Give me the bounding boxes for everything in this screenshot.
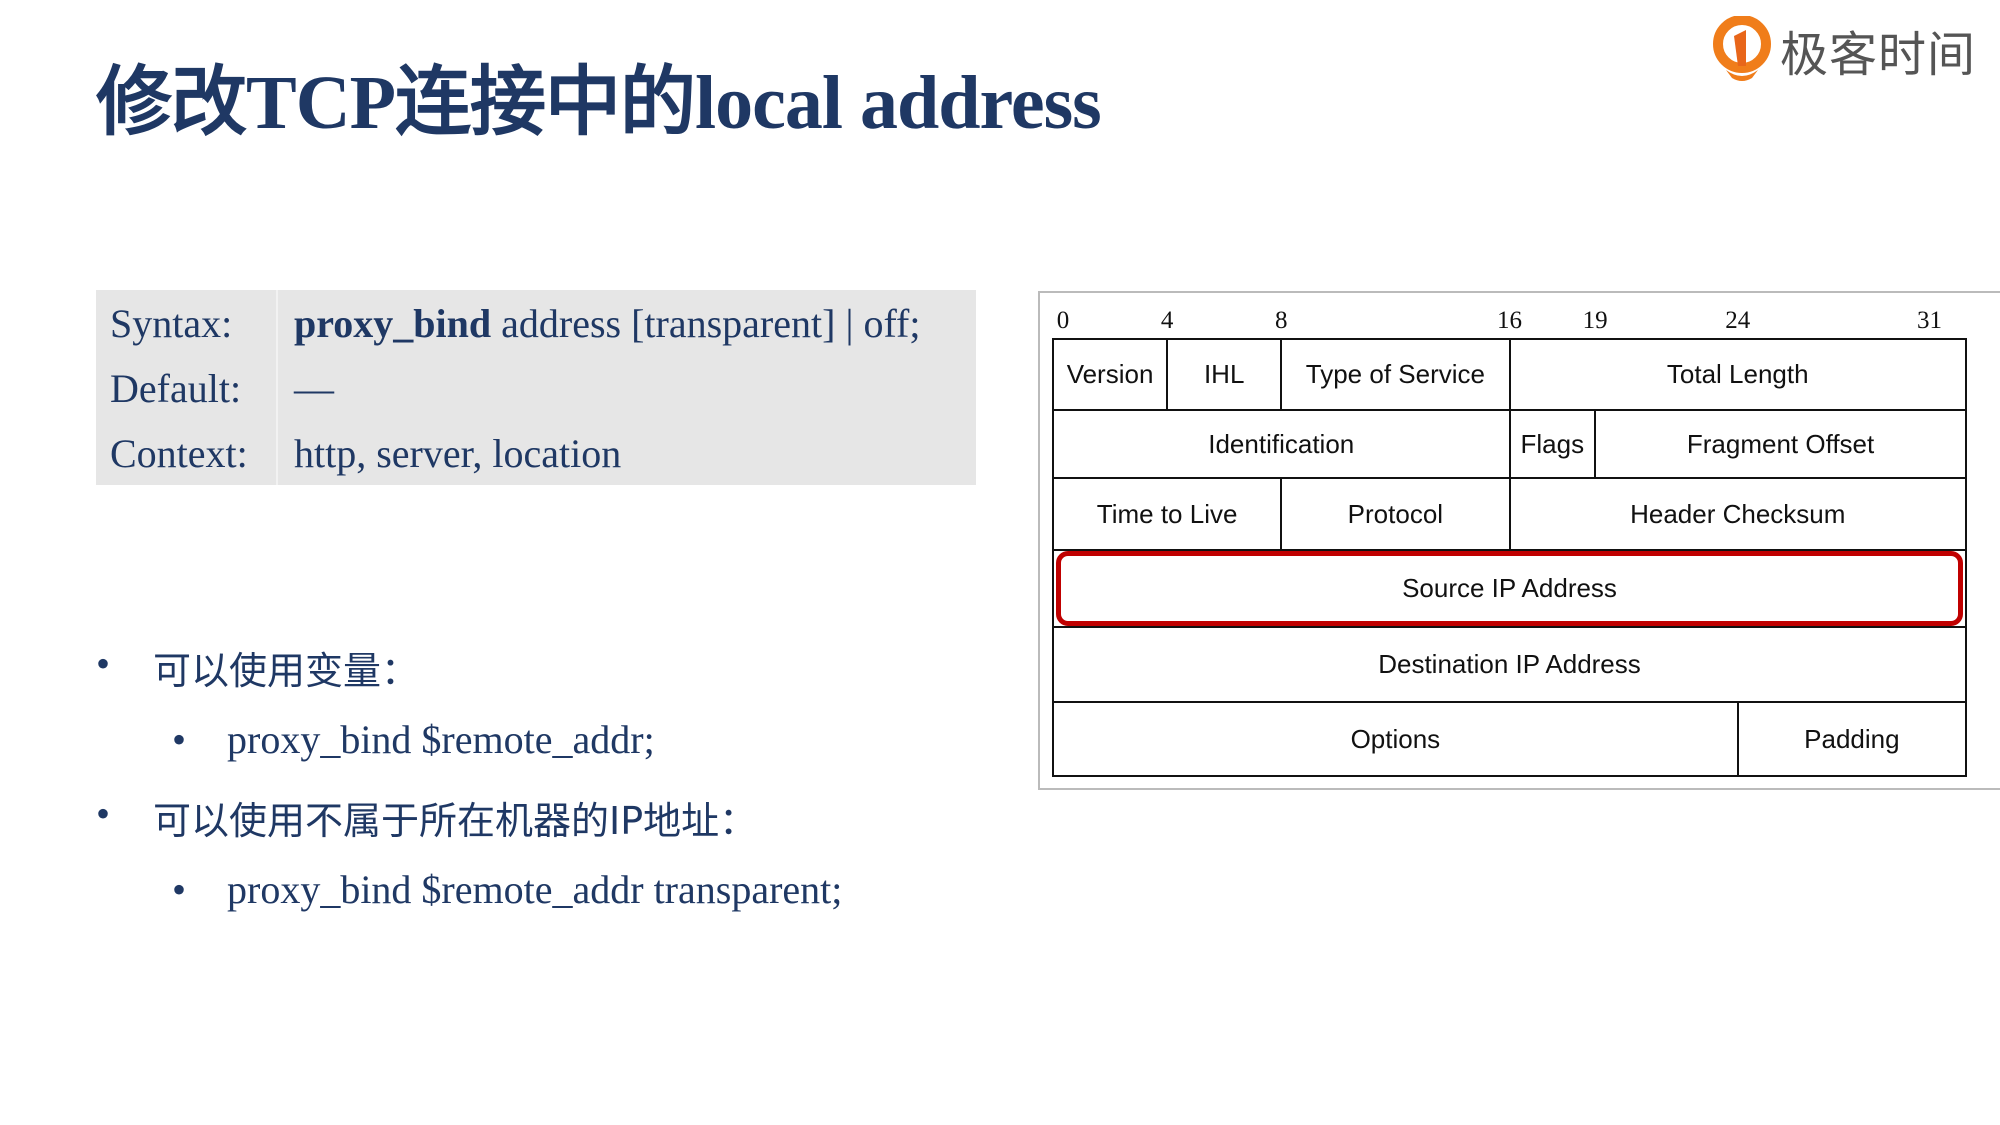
bullet-text: 可以使用变量： [153,649,420,693]
field-label: IHL [1203,359,1245,389]
context-row: Context: http, server, location [96,422,976,484]
ip-header-diagram: 0 4 8 16 19 24 31 Version IHL Type of Service Tota… [1038,291,2000,790]
field-label: Identification [1208,428,1355,459]
bullet-dot: • [172,717,187,762]
field-fragment-offset: Fragment Offset [1594,409,1967,479]
logo-icon [1713,16,1771,81]
bullet-item: • 可以使用变量： [96,640,419,693]
bullet-text: 可以使用不属于所在机器的IP地址： [153,799,758,843]
field-ihl: IHL [1166,338,1283,411]
logo: 极客时间 [1712,14,1976,86]
field-label: Destination IP Address [1378,649,1641,679]
bullet-text: proxy_bind $remote_addr; [227,717,655,762]
row-value: — [294,365,334,411]
logo-text: 极客时间 [1780,27,1977,83]
default-row: Default: — [96,357,976,419]
field-header-checksum: Header Checksum [1508,477,1967,551]
field-label: Fragment Offset [1686,428,1875,459]
syntax-box: Syntax: proxy_bind address [transparent]… [96,290,976,485]
sub-bullet-item: • proxy_bind $remote_addr; [172,716,655,763]
syntax-row: Syntax: proxy_bind address [transparent]… [96,292,976,354]
bullet-dot: • [96,641,111,686]
field-destination-ip-address: Destination IP Address [1052,626,1967,703]
field-type-of-service: Type of Service [1280,338,1511,411]
bit-label: 16 [1497,307,1522,334]
field-label: Type of Service [1305,359,1485,389]
row-label: Syntax: [110,300,233,346]
field-total-length: Total Length [1508,338,1967,411]
field-label: Protocol [1347,498,1444,529]
row-label: Context: [110,430,248,476]
sub-bullet-item: • proxy_bind $remote_addr transparent; [172,866,842,913]
bit-label: 31 [1916,307,1942,334]
directive-keyword: proxy_bind [294,300,492,346]
field-label: Flags [1520,428,1585,459]
bit-label: 19 [1582,307,1608,334]
bullet-item: • 可以使用不属于所在机器的IP地址： [96,790,757,843]
field-time-to-live: Time to Live [1052,477,1283,551]
field-label: Time to Live [1096,498,1238,529]
row-value: proxy_bind address [transparent] | off; [294,300,920,347]
bit-label: 0 [1056,307,1070,334]
field-identification: Identification [1052,409,1511,479]
bit-label: 24 [1725,307,1751,334]
highlight-box [1056,551,1963,626]
field-label: Header Checksum [1630,498,1846,529]
bit-label: 4 [1160,307,1174,334]
field-protocol: Protocol [1280,477,1511,551]
field-options: Options [1052,701,1739,777]
page-title: 修改TCP连接中的local address [96,61,1102,145]
row-value: http, server, location [294,430,622,476]
field-label: Options [1350,723,1441,754]
field-version: Version [1052,338,1169,411]
row-label: Default: [110,365,242,411]
field-padding: Padding [1736,701,1967,777]
field-flags: Flags [1508,409,1597,479]
field-label: Version [1066,359,1154,389]
bit-label: 8 [1275,307,1288,334]
directive-args: address [transparent] | off; [491,300,921,346]
bullet-dot: • [96,791,111,836]
bullet-text: proxy_bind $remote_addr transparent; [227,867,843,912]
bullet-dot: • [172,867,187,912]
field-label: Total Length [1666,359,1809,389]
field-label: Padding [1804,723,1900,754]
